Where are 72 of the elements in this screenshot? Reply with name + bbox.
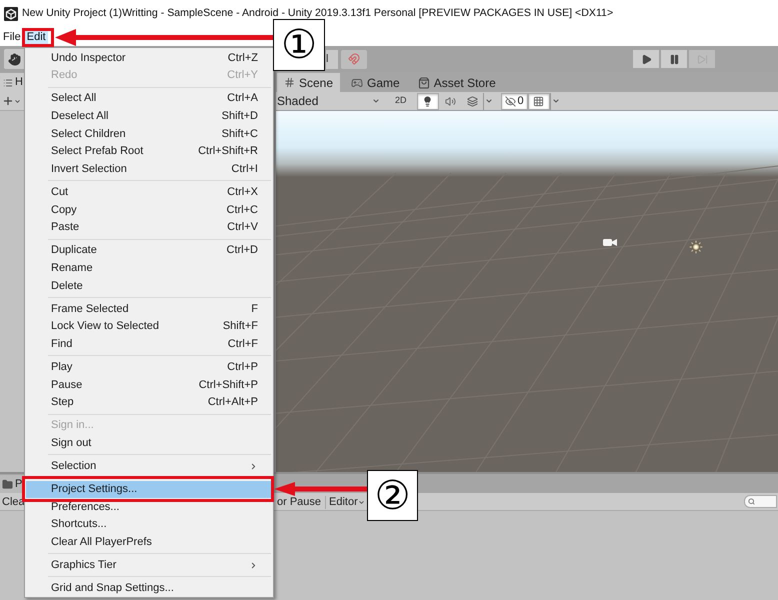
speaker-icon [445,96,456,106]
draw-mode-dropdown[interactable]: Shaded [276,92,386,110]
menu-item[interactable]: Paste Ctrl+V [26,218,272,236]
menu-item[interactable]: Frame Selected F [26,300,272,318]
menu-item[interactable]: Deselect All Shift+D [26,107,272,126]
menu-item[interactable]: Shortcuts... [26,516,272,534]
caret-icon [358,499,365,506]
playback-button[interactable] [633,50,659,68]
chevron-right-icon [249,462,258,471]
menu-item[interactable]: Clear All PlayerPrefs [26,534,272,552]
hand-tool-button[interactable] [4,49,24,69]
folder-icon [2,478,13,490]
camera-icon [603,237,617,247]
play-icon [640,54,652,64]
scene-visibility-button[interactable]: 0 [500,92,528,110]
pivot-toggle[interactable]: l [326,50,338,68]
menu-item[interactable]: Undo Inspector Ctrl+Z [26,49,272,67]
gamepad-icon [351,76,364,88]
bag-icon [418,76,430,88]
menu-item[interactable]: Rename [26,259,272,278]
step-number-callout: ① [273,19,325,71]
menu-item[interactable]: Preferences... [26,498,272,516]
window-title: New Unity Project (1)Writting - SampleScene - Android - Unity 2019.3.13f1 Personal [PREVIEW PACKAGES IN USE] <DX11> [22,6,614,22]
error-pause-toggle[interactable]: or Pause [276,496,326,509]
menu-item[interactable]: Lock View to Selected Shift+F [26,318,272,336]
hash-icon [284,77,295,88]
menu-item[interactable]: Copy Ctrl+C [26,201,272,219]
gizmos-toggle[interactable] [528,92,550,110]
menu-item[interactable]: Find Ctrl+F [26,336,272,354]
layers-icon [467,96,478,106]
menu-item[interactable]: Delete [26,277,272,295]
menu-item[interactable]: Select All Ctrl+A [26,90,272,108]
search-icon [748,498,755,505]
menu-item[interactable]: Pause Ctrl+Shift+P [26,376,272,394]
step-number-callout: ② [367,470,418,521]
view-tab[interactable]: Scene [277,73,340,92]
lightbulb-icon [422,96,434,106]
menu-item[interactable]: Invert Selection Ctrl+I [26,160,272,178]
playback-button[interactable] [661,50,687,68]
menu-item[interactable]: Grid and Snap Settings... [26,580,272,598]
menu-item[interactable]: Step Ctrl+Alt+P [26,394,272,412]
highlight-frame [22,28,54,47]
app-logo-icon [4,7,18,21]
menu-item[interactable]: Selection [26,458,272,476]
menu-item[interactable]: Sign out [26,434,272,452]
list-icon [3,78,13,88]
menu-bar-item[interactable]: File [1,29,23,45]
chevron-right-icon [249,560,258,570]
menu-item[interactable]: Play Ctrl+P [26,358,272,376]
search-field[interactable] [744,495,777,508]
magnet-icon [348,53,360,65]
grid-icon [533,96,544,106]
menu-item[interactable]: Project Settings... [26,480,272,498]
caret-icon [552,97,560,105]
project-tab[interactable]: P [0,475,24,493]
hand-icon [8,52,20,66]
hierarchy-tab[interactable]: H [0,73,24,92]
lighting-toggle[interactable] [416,92,439,110]
plus-icon [2,95,14,107]
caret-icon [14,98,21,104]
editor-dropdown[interactable]: Editor [326,496,365,509]
menu-item[interactable]: Graphics Tier [26,556,272,574]
eye-slash-icon [504,96,516,106]
menu-item[interactable]: Cut Ctrl+X [26,183,272,202]
menu-item[interactable]: Select Children Shift+C [26,125,272,143]
snap-toggle[interactable] [341,50,367,68]
caret-icon [372,97,380,105]
sun-icon [689,240,703,254]
menu-item[interactable]: Duplicate Ctrl+D [26,242,272,260]
pause-icon [668,54,680,64]
caret-icon [485,97,494,105]
menu-item[interactable]: Select Prefab Root Ctrl+Shift+R [26,142,272,160]
